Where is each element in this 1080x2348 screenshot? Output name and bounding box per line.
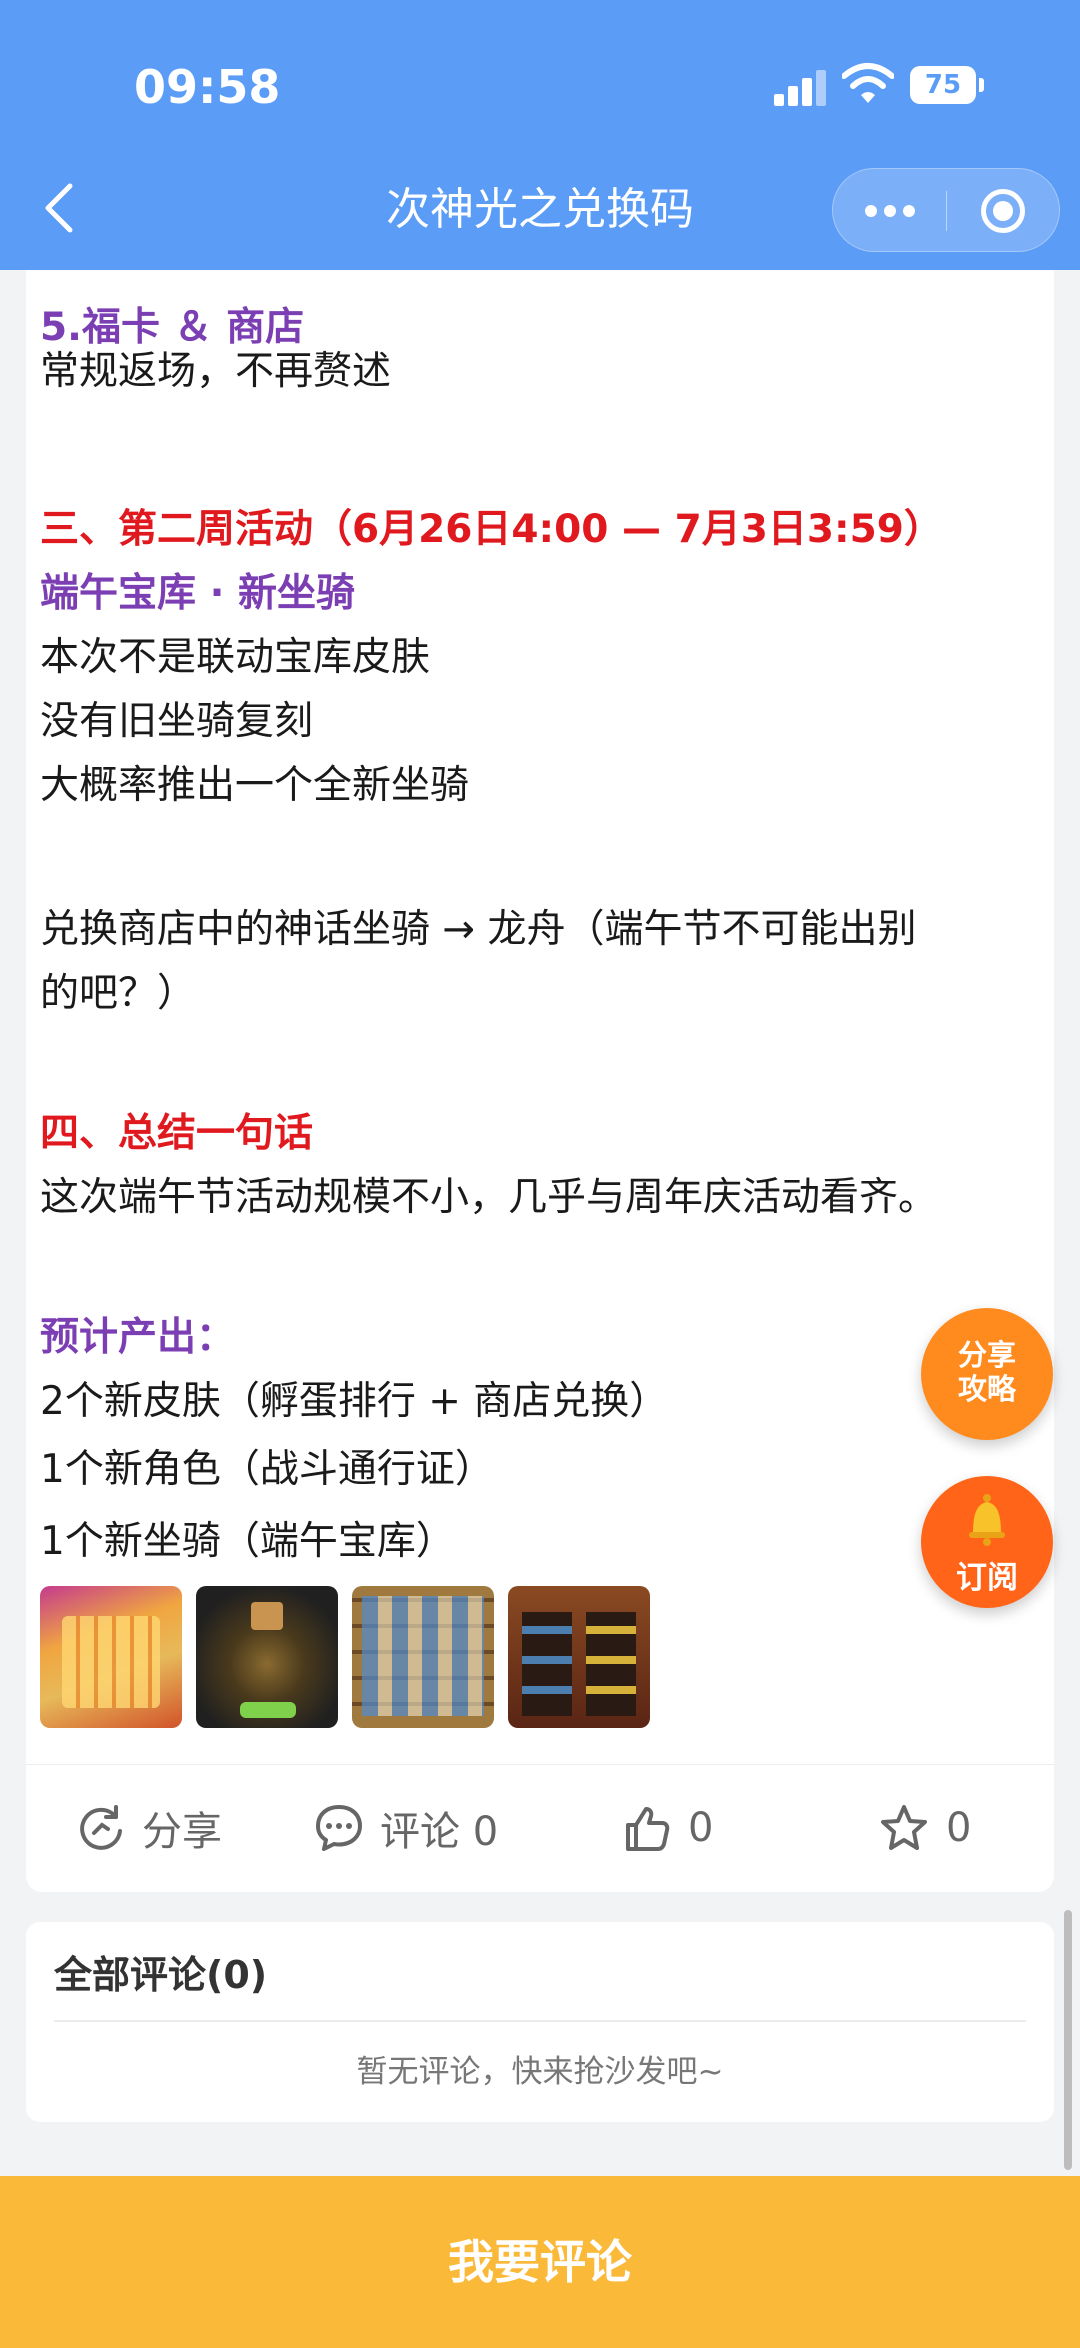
share-label: 分享 — [142, 1809, 222, 1855]
image-thumbnail[interactable] — [40, 1586, 182, 1728]
write-comment-button[interactable]: 我要评论 — [0, 2176, 1080, 2348]
paragraph-line: 1个新角色（战斗通行证） — [40, 1447, 494, 1492]
close-mini-program-button[interactable] — [947, 169, 1061, 253]
status-bar: 09:58 75 — [0, 0, 1080, 175]
paragraph-line: 兑换商店中的神话坐骑 → 龙舟（端午节不可能出别 — [40, 907, 917, 952]
image-thumbnail[interactable] — [196, 1586, 338, 1728]
image-thumbnail[interactable] — [508, 1586, 650, 1728]
share-guide-label-line1: 分享 — [957, 1338, 1016, 1372]
share-guide-label: 分享 攻略 — [921, 1338, 1053, 1406]
scrollbar[interactable] — [1064, 1910, 1072, 2170]
share-guide-button[interactable]: 分享 攻略 — [921, 1308, 1053, 1440]
wifi-icon — [842, 63, 894, 103]
battery-icon: 75 — [910, 66, 984, 104]
paragraph-line: 常规返场，不再赘述 — [40, 349, 392, 394]
signal-icon — [774, 70, 828, 106]
star-icon — [881, 1805, 927, 1850]
section-title: 四、总结一句话 — [40, 1111, 314, 1156]
comment-label: 评论 0 — [380, 1809, 499, 1855]
bell-icon — [969, 1494, 1005, 1546]
paragraph-line: 大概率推出一个全新坐骑 — [40, 763, 470, 808]
page-title: 次神光之兑换码 — [386, 184, 694, 235]
more-button[interactable] — [833, 169, 946, 253]
divider — [54, 2020, 1026, 2022]
like-count: 0 — [688, 1805, 714, 1851]
status-time: 09:58 — [134, 60, 281, 114]
comments-title: 全部评论(0) — [54, 1953, 268, 1997]
paragraph-line: 1个新坐骑（端午宝库） — [40, 1519, 455, 1564]
comments-section: 全部评论(0) 暂无评论，快来抢沙发吧~ — [26, 1922, 1054, 2122]
comment-icon — [316, 1805, 362, 1851]
mini-program-capsule — [832, 168, 1060, 252]
share-button[interactable]: 分享 — [76, 1795, 222, 1861]
like-button[interactable]: 0 — [622, 1795, 713, 1861]
empty-comments-text: 暂无评论，快来抢沙发吧~ — [356, 2054, 724, 2090]
favorite-count: 0 — [946, 1805, 972, 1851]
image-thumbnail[interactable] — [352, 1586, 494, 1728]
back-button[interactable] — [40, 180, 80, 236]
paragraph-line: 这次端午节活动规模不小，几乎与周年庆活动看齐。 — [40, 1175, 938, 1220]
paragraph-line: 本次不是联动宝库皮肤 — [40, 635, 431, 680]
action-bar: 分享 评论 0 0 0 — [26, 1764, 1054, 1892]
thumbs-up-icon — [626, 1807, 670, 1851]
article-card: 5.福卡 ＆ 商店 常规返场，不再赘述 三、第二周活动（6月26日4:00 — … — [26, 270, 1054, 1892]
header: 09:58 75 次神光之兑换码 — [0, 0, 1080, 270]
target-icon-center — [993, 201, 1013, 221]
favorite-button[interactable]: 0 — [878, 1795, 971, 1861]
subscribe-button[interactable]: 订阅 — [921, 1476, 1053, 1608]
share-guide-label-line2: 攻略 — [957, 1372, 1016, 1406]
paragraph-line: 的吧？） — [40, 971, 197, 1016]
bottom-bar: 我要评论 — [0, 2176, 1080, 2348]
section-heading: 端午宝库 · 新坐骑 — [40, 571, 355, 616]
paragraph-line: 2个新皮肤（孵蛋排行 + 商店兑换） — [40, 1379, 669, 1424]
share-icon — [80, 1805, 122, 1850]
section-title: 三、第二周活动（6月26日4:00 — 7月3日3:59） — [40, 507, 943, 552]
paragraph-line: 没有旧坐骑复刻 — [40, 699, 314, 744]
section-heading: 预计产出： — [40, 1315, 236, 1360]
subscribe-label: 订阅 — [956, 1560, 1018, 1596]
comment-count-button[interactable]: 评论 0 — [314, 1795, 498, 1861]
